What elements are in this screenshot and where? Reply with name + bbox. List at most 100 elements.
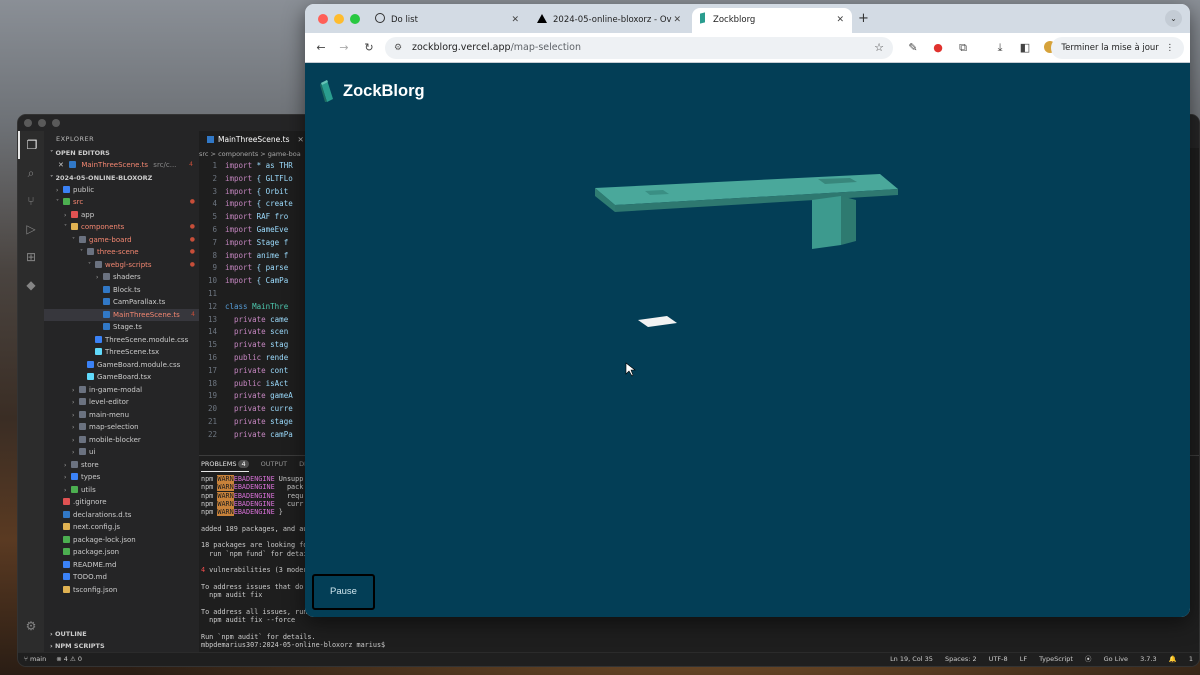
terminal-warn-code: EBADENGINE: [233, 499, 275, 508]
file-item[interactable]: .gitignore: [44, 496, 199, 509]
folder-item[interactable]: › store: [44, 459, 199, 472]
tab-output[interactable]: OUTPUT: [261, 456, 288, 472]
file-item[interactable]: CamParallax.ts: [44, 296, 199, 309]
vscode-zoom-button[interactable]: [52, 119, 60, 127]
docker-icon[interactable]: ◆: [18, 271, 44, 299]
folder-item[interactable]: › shaders: [44, 271, 199, 284]
eol-status[interactable]: LF: [1020, 655, 1027, 663]
close-tab-icon[interactable]: ✕: [511, 8, 519, 33]
folder-item[interactable]: ˅ src ●: [44, 196, 199, 209]
line-number: 6: [212, 224, 217, 234]
language-mode[interactable]: TypeScript: [1039, 655, 1073, 663]
folder-item[interactable]: › main-menu: [44, 409, 199, 422]
terminal-prompt[interactable]: mbpdemarius307:2024-05-online-bloxorz ma…: [201, 641, 389, 649]
extensions-icon[interactable]: ⊞: [18, 243, 44, 271]
folder-item[interactable]: › utils: [44, 484, 199, 497]
problems-indicator[interactable]: ⊗ 4 ⚠ 0: [56, 655, 82, 663]
file-item[interactable]: tsconfig.json: [44, 584, 199, 597]
code-text: anime f: [252, 250, 289, 260]
folder-item[interactable]: › ui: [44, 446, 199, 459]
browser-tab-zockblorg[interactable]: Zockblorg ✕: [692, 8, 852, 33]
folder-item[interactable]: › level-editor: [44, 396, 199, 409]
folder-item[interactable]: › public: [44, 184, 199, 197]
side-panel-icon[interactable]: ◧: [1017, 40, 1033, 56]
close-icon[interactable]: ✕: [58, 161, 64, 169]
vscode-close-button[interactable]: [24, 119, 32, 127]
encoding-status[interactable]: UTF-8: [989, 655, 1008, 663]
extensions-puzzle-icon[interactable]: ⧉: [955, 40, 971, 56]
eyedropper-extension-icon[interactable]: ✎: [905, 40, 921, 56]
project-root-header[interactable]: ˅ 2024-05-ONLINE-BLOXORZ: [44, 172, 199, 184]
back-arrow-icon[interactable]: ←: [313, 40, 329, 56]
forward-arrow-icon[interactable]: →: [336, 40, 352, 56]
indentation-status[interactable]: Spaces: 2: [945, 655, 977, 663]
folder-item[interactable]: › app: [44, 209, 199, 222]
editor-tab-mainthreescene[interactable]: MainThreeScene.ts ✕: [199, 131, 312, 148]
chrome-minimize-button[interactable]: [334, 14, 344, 24]
file-item[interactable]: TODO.md: [44, 571, 199, 584]
chrome-zoom-button[interactable]: [350, 14, 360, 24]
source-control-icon[interactable]: ⑂: [18, 187, 44, 215]
tab-search-chevron-icon[interactable]: ⌄: [1165, 10, 1182, 27]
folder-item[interactable]: › in-game-modal: [44, 384, 199, 397]
code-keyword: private: [225, 391, 266, 401]
close-tab-icon[interactable]: ✕: [836, 8, 844, 33]
branch-indicator[interactable]: ⑂ main: [24, 655, 46, 663]
browser-tab-do-list[interactable]: Do list ✕: [367, 8, 527, 33]
file-item[interactable]: ThreeScene.tsx: [44, 346, 199, 359]
tab-problems[interactable]: PROBLEMS 4: [201, 456, 249, 472]
file-item[interactable]: ThreeScene.module.css: [44, 334, 199, 347]
game-viewport[interactable]: ZockBlorg Pause: [305, 63, 1190, 617]
cursor-position[interactable]: Ln 19, Col 35: [890, 655, 933, 663]
search-icon[interactable]: ⌕: [18, 159, 44, 187]
folder-item[interactable]: ˅ game-board ●: [44, 234, 199, 247]
chrome-close-button[interactable]: [318, 14, 328, 24]
ts-version[interactable]: 3.7.3: [1140, 655, 1157, 663]
file-item[interactable]: Block.ts: [44, 284, 199, 297]
pause-button[interactable]: Pause: [312, 574, 375, 610]
folder-item[interactable]: › map-selection: [44, 421, 199, 434]
close-tab-icon[interactable]: ✕: [673, 8, 681, 33]
code-text: camPa: [265, 429, 293, 439]
line-number: 20: [207, 404, 217, 414]
run-debug-icon[interactable]: ▷: [18, 215, 44, 243]
folder-item[interactable]: ˅ webgl-scripts ●: [44, 259, 199, 272]
file-item[interactable]: package.json: [44, 546, 199, 559]
explorer-icon[interactable]: ❐: [18, 131, 44, 159]
explorer-title: EXPLORER: [56, 135, 95, 143]
game-scene[interactable]: [305, 63, 1190, 617]
folder-item[interactable]: ˅ three-scene ●: [44, 246, 199, 259]
notifications-indicator[interactable]: 🔔 1: [1169, 655, 1193, 663]
vscode-minimize-button[interactable]: [38, 119, 46, 127]
npm-scripts-section[interactable]: › NPM SCRIPTS: [44, 640, 199, 652]
address-bar[interactable]: ⚙ zockblorg.vercel.app/map-selection ☆: [385, 37, 893, 59]
bookmark-star-icon[interactable]: ☆: [874, 37, 884, 59]
folder-item[interactable]: › mobile-blocker: [44, 434, 199, 447]
file-item[interactable]: GameBoard.module.css: [44, 359, 199, 372]
download-icon[interactable]: ⤓: [992, 40, 1008, 56]
file-item[interactable]: MainThreeScene.ts 4: [44, 308, 199, 321]
go-live-button[interactable]: ⦿ Go Live: [1085, 655, 1128, 663]
folder-icon: [79, 448, 86, 455]
folder-item[interactable]: › types: [44, 471, 199, 484]
outline-section[interactable]: › OUTLINE: [44, 628, 199, 640]
open-editor-item[interactable]: ✕ MainThreeScene.ts src/c... 4: [44, 159, 199, 172]
settings-gear-icon[interactable]: ⚙: [18, 612, 44, 640]
code-text: gameA: [265, 391, 293, 401]
file-item[interactable]: Stage.ts: [44, 321, 199, 334]
folder-item[interactable]: ˅ components ●: [44, 221, 199, 234]
file-item[interactable]: README.md: [44, 559, 199, 572]
file-item[interactable]: next.config.js: [44, 521, 199, 534]
open-editors-header[interactable]: ˅ OPEN EDITORS: [44, 147, 199, 159]
file-item[interactable]: GameBoard.tsx: [44, 371, 199, 384]
tree-item-label: GameBoard.module.css: [97, 360, 181, 369]
reload-icon[interactable]: ↻: [361, 40, 377, 56]
file-item[interactable]: declarations.d.ts: [44, 509, 199, 522]
new-tab-button[interactable]: +: [858, 11, 869, 26]
site-info-icon[interactable]: ⚙: [394, 37, 402, 59]
file-item[interactable]: package-lock.json: [44, 534, 199, 547]
update-browser-button[interactable]: Terminer la mise à jour ⋮: [1051, 37, 1184, 59]
browser-tab-vercel[interactable]: 2024-05-online-bloxorz - Ov ✕: [529, 8, 689, 33]
extension-icon[interactable]: ●: [930, 40, 946, 56]
close-tab-icon[interactable]: ✕: [297, 131, 303, 148]
